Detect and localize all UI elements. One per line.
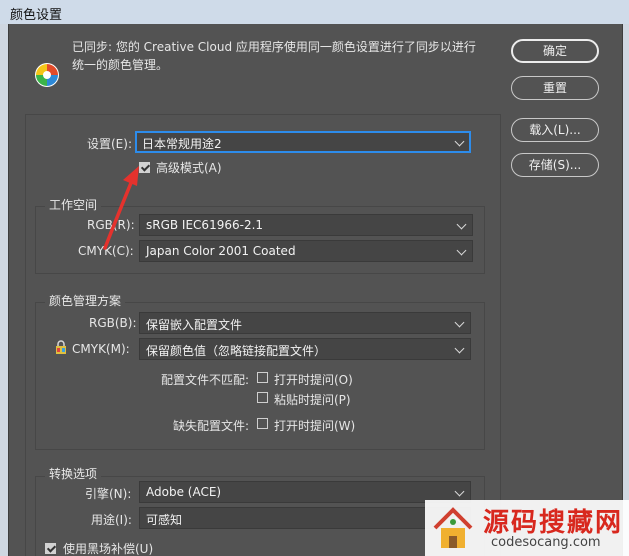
intent-label: 用途(I): — [91, 513, 132, 527]
chevron-down-icon — [454, 343, 465, 354]
load-button[interactable]: 载入(L)... — [511, 118, 599, 142]
ask-when-opening-label: 打开时提问(O) — [274, 373, 353, 387]
reset-button[interactable]: 重置 — [511, 76, 599, 100]
cmyk-working-value: Japan Color 2001 Coated — [146, 244, 296, 258]
color-wheel-icon — [35, 63, 59, 87]
color-settings-dialog: 已同步: 您的 Creative Cloud 应用程序使用同一颜色设置进行了同步… — [8, 24, 623, 556]
engine-value: Adobe (ACE) — [146, 485, 222, 499]
color-management-title: 颜色管理方案 — [45, 292, 126, 309]
settings-label: 设置(E): — [87, 137, 132, 151]
chevron-down-icon — [454, 317, 465, 328]
lock-icon — [56, 340, 66, 354]
mismatch-label: 配置文件不匹配: — [161, 373, 250, 387]
rgb-working-value: sRGB IEC61966-2.1 — [146, 218, 264, 232]
window-titlebar: 颜色设置 — [0, 0, 629, 24]
house-logo-icon — [433, 507, 473, 548]
settings-select[interactable]: 日本常规用途2 — [135, 131, 471, 153]
intent-value: 可感知 — [146, 513, 183, 527]
chevron-down-icon — [456, 219, 467, 230]
rgb-policy-select[interactable]: 保留嵌入配置文件 — [139, 312, 471, 334]
cmyk-working-select[interactable]: Japan Color 2001 Coated — [139, 240, 473, 262]
chevron-down-icon — [454, 486, 465, 497]
chevron-down-icon — [456, 245, 467, 256]
cmyk-policy-label: CMYK(M): — [72, 342, 130, 356]
intent-select[interactable]: 可感知 — [139, 507, 471, 529]
cmyk-policy-select[interactable]: 保留颜色值（忽略链接配置文件） — [139, 338, 471, 360]
missing-ask-when-opening-checkbox[interactable] — [257, 418, 268, 429]
missing-profiles-label: 缺失配置文件: — [173, 419, 250, 433]
ask-when-pasting-label: 粘贴时提问(P) — [274, 393, 351, 407]
sync-message: 已同步: 您的 Creative Cloud 应用程序使用同一颜色设置进行了同步… — [72, 40, 476, 72]
rgb-policy-value: 保留嵌入配置文件 — [146, 318, 243, 332]
black-point-compensation-checkbox[interactable] — [45, 543, 56, 554]
watermark-url: codesocang.com — [491, 535, 601, 550]
black-point-compensation-label: 使用黑场补偿(U) — [63, 542, 154, 556]
watermark: 源码搜藏网 codesocang.com — [425, 500, 629, 556]
ask-when-opening-checkbox[interactable] — [257, 372, 268, 383]
cmyk-policy-value: 保留颜色值（忽略链接配置文件） — [146, 344, 327, 358]
conversion-options-title: 转换选项 — [45, 465, 102, 482]
engine-label: 引擎(N): — [85, 487, 132, 501]
window-title: 颜色设置 — [10, 8, 63, 23]
advanced-mode-label: 高级模式(A) — [156, 161, 222, 175]
engine-select[interactable]: Adobe (ACE) — [139, 481, 471, 503]
settings-value: 日本常规用途2 — [142, 137, 222, 151]
rgb-working-select[interactable]: sRGB IEC61966-2.1 — [139, 214, 473, 236]
watermark-title: 源码搜藏网 — [483, 508, 624, 538]
annotation-arrow-icon — [103, 166, 139, 250]
chevron-down-icon — [454, 136, 465, 147]
working-spaces-title: 工作空间 — [45, 196, 102, 213]
save-button[interactable]: 存储(S)... — [511, 153, 599, 177]
ok-button[interactable]: 确定 — [511, 39, 599, 63]
rgb-policy-label: RGB(B): — [89, 316, 137, 330]
missing-ask-when-opening-label: 打开时提问(W) — [274, 419, 356, 433]
ask-when-pasting-checkbox[interactable] — [257, 392, 268, 403]
